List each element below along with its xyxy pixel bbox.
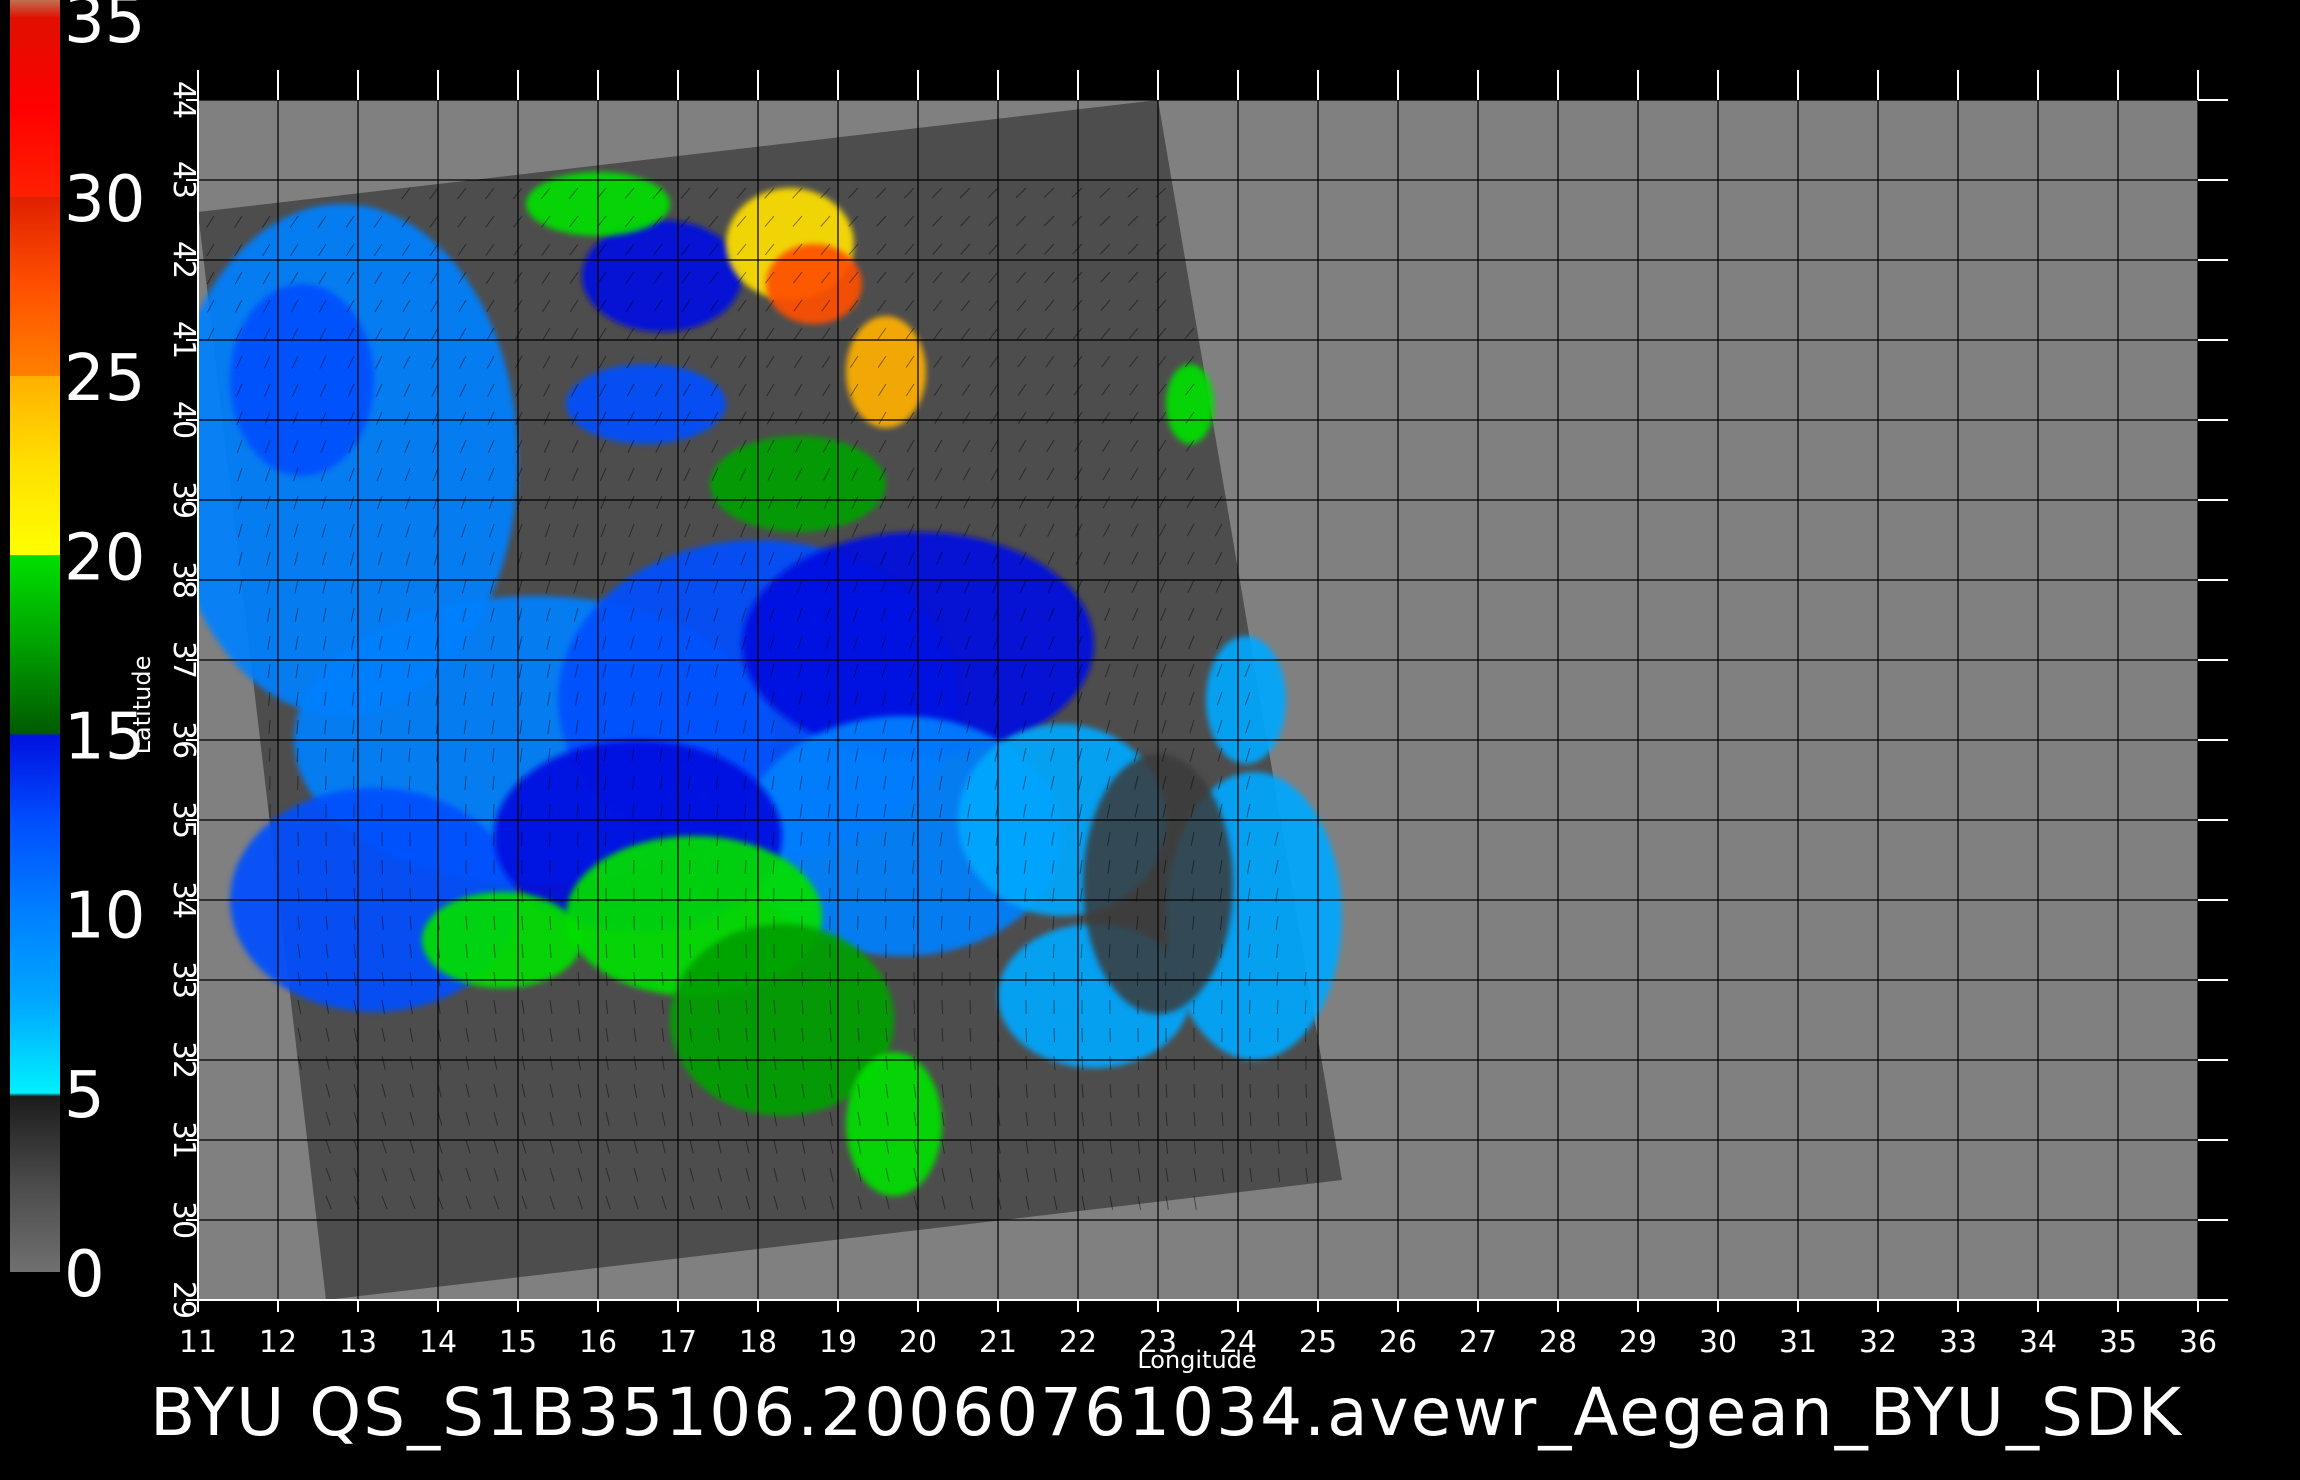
- wind-speed-patch: [422, 892, 582, 988]
- x-tick-label: 20: [899, 1325, 937, 1360]
- y-tick-label: 39: [166, 481, 201, 519]
- wind-speed-patch: [710, 436, 886, 532]
- y-tick-label: 41: [166, 321, 201, 359]
- x-tick-label: 17: [659, 1325, 697, 1360]
- x-tick-label: 19: [819, 1325, 857, 1360]
- y-tick-label: 38: [166, 561, 201, 599]
- colorbar-tick-label: 35: [64, 0, 145, 58]
- x-tick-label: 30: [1699, 1325, 1737, 1360]
- colorbar-tick-label: 10: [64, 880, 145, 954]
- x-tick-label: 16: [579, 1325, 617, 1360]
- wind-speed-patch: [230, 284, 374, 476]
- x-tick-label: 21: [979, 1325, 1017, 1360]
- colorbar-strip: [10, 0, 60, 1272]
- x-tick-label: 22: [1059, 1325, 1097, 1360]
- scatterometer-wind-map[interactable]: 05101520253035 11 12 13 14 15 16 17 18 19 20 21 22 2…: [0, 0, 2300, 1480]
- footer-title: BYU QS_S1B35106.20060761034.avewr_Aegean…: [150, 1374, 2183, 1451]
- x-tick-label: 31: [1779, 1325, 1817, 1360]
- x-tick-label: 11: [179, 1325, 217, 1360]
- x-tick-label: 33: [1939, 1325, 1977, 1360]
- colorbar-tick-label: 5: [64, 1059, 105, 1133]
- map-panel: 11 12 13 14 15 16 17 18 19 20 21 22 23 24 25 26 27 28 29 30…: [128, 70, 2228, 1374]
- wind-speed-patch: [566, 364, 726, 444]
- y-tick-label: 29: [166, 1281, 201, 1319]
- x-tick-label: 32: [1859, 1325, 1897, 1360]
- x-tick-label: 34: [2019, 1325, 2057, 1360]
- x-tick-label: 14: [419, 1325, 457, 1360]
- wind-speed-patch: [846, 316, 926, 428]
- y-axis-title: Latitude: [128, 656, 156, 755]
- x-tick-label: 29: [1619, 1325, 1657, 1360]
- x-tick-label: 35: [2099, 1325, 2137, 1360]
- y-tick-label: 30: [166, 1201, 201, 1239]
- colorbar-tick-label: 25: [64, 342, 145, 416]
- wind-speed-patch: [1166, 364, 1214, 444]
- wind-speed-patch: [582, 220, 742, 332]
- wind-speed-patch: [1206, 636, 1286, 764]
- y-tick-label: 36: [166, 721, 201, 759]
- colorbar-tick-label: 30: [64, 163, 145, 237]
- x-tick-label: 28: [1539, 1325, 1577, 1360]
- x-tick-label: 12: [259, 1325, 297, 1360]
- y-tick-label: 34: [166, 881, 201, 919]
- y-tick-label: 32: [166, 1041, 201, 1079]
- x-tick-label: 25: [1299, 1325, 1337, 1360]
- y-tick-label: 35: [166, 801, 201, 839]
- y-tick-label: 33: [166, 961, 201, 999]
- x-tick-label: 13: [339, 1325, 377, 1360]
- y-tick-label: 44: [166, 81, 201, 119]
- x-tick-label: 15: [499, 1325, 537, 1360]
- x-tick-label: 18: [739, 1325, 777, 1360]
- y-tick-label: 40: [166, 401, 201, 439]
- y-tick-label: 42: [166, 241, 201, 279]
- x-axis-title: Longitude: [1137, 1346, 1256, 1374]
- colorbar-tick-label: 20: [64, 521, 145, 595]
- y-tick-label: 31: [166, 1121, 201, 1159]
- wind-speed-patch: [766, 244, 862, 324]
- y-tick-label: 43: [166, 161, 201, 199]
- y-tick-label: 37: [166, 641, 201, 679]
- x-tick-label: 36: [2179, 1325, 2217, 1360]
- x-tick-label: 27: [1459, 1325, 1497, 1360]
- x-tick-label: 26: [1379, 1325, 1417, 1360]
- colorbar-tick-label: 0: [64, 1238, 105, 1312]
